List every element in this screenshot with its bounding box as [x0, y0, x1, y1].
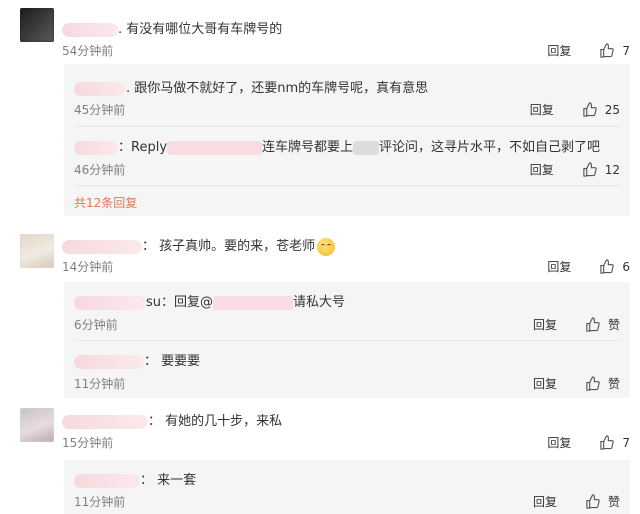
like-button[interactable]: 12: [582, 162, 620, 177]
reply-button[interactable]: 回复: [533, 375, 557, 392]
reply-prefix: Reply: [131, 140, 168, 155]
comment-actions: 回复 7: [547, 42, 630, 59]
reply-button[interactable]: 回复: [547, 42, 571, 59]
mention-redacted: [167, 140, 263, 155]
reply-line: ： 要要要: [74, 350, 200, 369]
reply-button[interactable]: 回复: [547, 258, 571, 275]
username[interactable]: [74, 140, 118, 155]
timestamp: 14分钟前: [62, 260, 114, 274]
timestamp: 6分钟前: [74, 318, 118, 332]
redacted-block: [353, 140, 380, 155]
comment-actions: 回复 7: [547, 434, 630, 451]
reply-actions: 回复 12: [530, 161, 620, 178]
avatar[interactable]: [20, 408, 54, 442]
reply-button[interactable]: 回复: [547, 434, 571, 451]
reply-item: ： 要要要 11分钟前 回复 赞: [64, 342, 630, 398]
comment-item: . 有没有哪位大哥有车牌号的 54分钟前 回复 7 . 跟你马做不就好了，还要n…: [0, 0, 640, 218]
reply-button[interactable]: 回复: [533, 316, 557, 333]
reply-item: su：回复@ 请私大号 6分钟前 回复 赞: [64, 282, 630, 338]
thumbs-up-icon: [583, 102, 597, 117]
like-button[interactable]: 7: [599, 43, 630, 58]
reply-text: 要要要: [161, 354, 201, 369]
like-count: 赞: [607, 377, 620, 391]
thumbs-up-icon: [583, 162, 597, 177]
thumbs-up-icon: [600, 259, 615, 274]
like-count: 7: [622, 43, 630, 58]
reply-actions: 回复 赞: [533, 493, 620, 510]
comment-actions: 回复 6: [547, 258, 630, 275]
reply-thread: . 跟你马做不就好了，还要nm的车牌号呢，真有意思 45分钟前 回复 25 ：R…: [64, 64, 630, 216]
username[interactable]: [74, 81, 126, 96]
timestamp: 54分钟前: [62, 44, 114, 58]
timestamp: 45分钟前: [74, 103, 126, 117]
comment-line: . 有没有哪位大哥有车牌号的: [62, 18, 282, 37]
divider: [74, 340, 620, 341]
like-count: 赞: [607, 318, 620, 332]
comment-text: 孩子真帅。要的来，苍老师: [159, 239, 316, 254]
reply-text-part: 连车牌号都要上: [262, 140, 354, 155]
reply-text-part: 请私大号: [293, 295, 346, 310]
like-button[interactable]: 7: [599, 435, 630, 450]
reply-line: su：回复@ 请私大号: [74, 291, 345, 310]
thumbs-up-icon: [600, 435, 615, 450]
mention-redacted: [213, 295, 294, 310]
reply-text: 来一套: [157, 473, 197, 488]
thumbs-up-icon: [586, 494, 600, 509]
username[interactable]: [74, 354, 144, 369]
like-button[interactable]: 25: [582, 102, 620, 117]
like-button[interactable]: 6: [599, 259, 630, 274]
like-button[interactable]: 赞: [585, 316, 620, 333]
reply-item: ： 来一套 11分钟前 回复 赞: [64, 460, 630, 514]
avatar[interactable]: [20, 8, 54, 42]
username[interactable]: [74, 295, 146, 310]
reply-line: ：Reply 连车牌号都要上 评论问，这寻片水平，不如自己剥了吧: [74, 136, 600, 155]
reply-button[interactable]: 回复: [530, 161, 554, 178]
reply-actions: 回复 赞: [533, 316, 620, 333]
reply-thread: ： 来一套 11分钟前 回复 赞: [64, 460, 630, 514]
like-count: 赞: [607, 495, 620, 509]
timestamp: 11分钟前: [74, 495, 126, 509]
reply-line: . 跟你马做不就好了，还要nm的车牌号呢，真有意思: [74, 77, 428, 96]
like-count: 7: [622, 435, 630, 450]
reply-text: 跟你马做不就好了，还要nm的车牌号呢，真有意思: [134, 81, 429, 96]
username[interactable]: [62, 414, 148, 429]
divider: [74, 126, 620, 127]
reply-button[interactable]: 回复: [530, 101, 554, 118]
reply-item: . 跟你马做不就好了，还要nm的车牌号呢，真有意思 45分钟前 回复 25: [64, 64, 630, 124]
like-count: 25: [604, 102, 620, 117]
comment-line: ： 孩子真帅。要的来，苍老师: [62, 235, 336, 256]
username[interactable]: [74, 473, 140, 488]
username[interactable]: [62, 22, 118, 37]
smile-emoji-icon: [317, 237, 336, 256]
more-replies-link[interactable]: 共12条回复: [74, 194, 137, 211]
like-button[interactable]: 赞: [585, 493, 620, 510]
reply-line: ： 来一套: [74, 469, 196, 488]
avatar[interactable]: [20, 234, 54, 268]
timestamp: 46分钟前: [74, 163, 126, 177]
reply-item: ：Reply 连车牌号都要上 评论问，这寻片水平，不如自己剥了吧 46分钟前 回复 …: [64, 128, 630, 184]
thumbs-up-icon: [586, 317, 600, 332]
thumbs-up-icon: [600, 43, 615, 58]
thumbs-up-icon: [586, 376, 600, 391]
divider: [74, 185, 620, 186]
comment-text: 有她的几十步，来私: [165, 414, 283, 429]
reply-thread: su：回复@ 请私大号 6分钟前 回复 赞 ： 要要要 11分钟前 回复 赞: [64, 282, 630, 398]
like-count: 6: [622, 259, 630, 274]
comment-line: ： 有她的几十步，来私: [62, 410, 282, 429]
reply-actions: 回复 赞: [533, 375, 620, 392]
comment-item: ： 孩子真帅。要的来，苍老师 14分钟前 回复 6 su：回复@ 请私大号 6分钟…: [0, 226, 640, 398]
reply-actions: 回复 25: [530, 101, 620, 118]
timestamp: 11分钟前: [74, 377, 126, 391]
reply-button[interactable]: 回复: [533, 493, 557, 510]
comment-item: ： 有她的几十步，来私 15分钟前 回复 7 ： 来一套 11分钟前 回复 赞: [0, 402, 640, 514]
timestamp: 15分钟前: [62, 436, 114, 450]
reply-text-part: 评论问，这寻片水平，不如自己剥了吧: [379, 140, 601, 155]
comment-text: 有没有哪位大哥有车牌号的: [126, 22, 283, 37]
username[interactable]: [62, 239, 142, 254]
like-button[interactable]: 赞: [585, 375, 620, 392]
reply-prefix: su：回复@: [146, 295, 214, 310]
like-count: 12: [604, 162, 620, 177]
